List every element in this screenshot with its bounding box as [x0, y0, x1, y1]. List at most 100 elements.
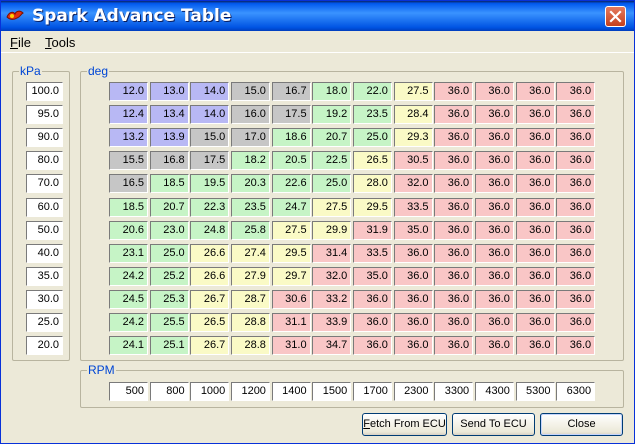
rpm-value-cell[interactable]: 1700: [352, 382, 392, 401]
deg-value-cell[interactable]: 31.9: [352, 220, 392, 240]
deg-value-cell[interactable]: 26.6: [190, 266, 230, 286]
deg-value-cell[interactable]: 36.0: [556, 82, 596, 101]
deg-value-cell[interactable]: 26.7: [190, 289, 230, 309]
deg-value-cell[interactable]: 28.8: [230, 313, 270, 332]
deg-value-cell[interactable]: 28.4: [393, 105, 433, 125]
kpa-value-cell[interactable]: 35.0: [26, 266, 63, 286]
deg-value-cell[interactable]: 18.5: [149, 174, 189, 194]
close-window-button[interactable]: [605, 6, 626, 27]
fetch-from-ecu-button[interactable]: Fetch From ECU: [362, 413, 447, 436]
deg-value-cell[interactable]: 25.0: [149, 243, 189, 263]
deg-value-cell[interactable]: 25.8: [230, 220, 270, 240]
deg-value-cell[interactable]: 36.0: [434, 289, 474, 309]
deg-value-cell[interactable]: 29.5: [352, 197, 392, 217]
deg-value-cell[interactable]: 36.0: [434, 197, 474, 217]
deg-value-cell[interactable]: 25.1: [149, 336, 189, 356]
deg-value-cell[interactable]: 27.9: [230, 266, 270, 286]
deg-value-cell[interactable]: 14.0: [190, 105, 230, 125]
deg-value-cell[interactable]: 27.5: [393, 82, 433, 101]
send-to-ecu-button[interactable]: Send To ECU: [452, 413, 535, 436]
deg-value-cell[interactable]: 23.5: [230, 197, 270, 217]
deg-value-cell[interactable]: 19.5: [190, 174, 230, 194]
deg-value-cell[interactable]: 24.2: [109, 313, 148, 332]
deg-value-cell[interactable]: 36.0: [556, 289, 596, 309]
deg-value-cell[interactable]: 36.0: [393, 243, 433, 263]
kpa-value-cell[interactable]: 50.0: [26, 220, 63, 240]
deg-value-cell[interactable]: 25.3: [149, 289, 189, 309]
deg-value-cell[interactable]: 36.0: [515, 197, 555, 217]
deg-value-cell[interactable]: 29.3: [393, 128, 433, 148]
deg-value-cell[interactable]: 16.7: [271, 82, 311, 101]
kpa-value-cell[interactable]: 25.0: [26, 313, 63, 332]
deg-value-cell[interactable]: 36.0: [556, 243, 596, 263]
deg-value-cell[interactable]: 13.9: [149, 128, 189, 148]
rpm-value-cell[interactable]: 3300: [434, 382, 474, 401]
deg-value-cell[interactable]: 26.5: [190, 313, 230, 332]
deg-value-cell[interactable]: 13.4: [149, 105, 189, 125]
deg-value-cell[interactable]: 36.0: [556, 151, 596, 171]
deg-value-cell[interactable]: 36.0: [434, 266, 474, 286]
deg-value-cell[interactable]: 17.0: [230, 128, 270, 148]
deg-value-cell[interactable]: 30.5: [393, 151, 433, 171]
rpm-value-cell[interactable]: 1400: [271, 382, 311, 401]
deg-value-cell[interactable]: 16.8: [149, 151, 189, 171]
deg-value-cell[interactable]: 36.0: [434, 336, 474, 356]
deg-value-cell[interactable]: 36.0: [515, 105, 555, 125]
deg-value-cell[interactable]: 31.4: [312, 243, 352, 263]
deg-value-cell[interactable]: 36.0: [474, 105, 514, 125]
deg-value-cell[interactable]: 36.0: [434, 220, 474, 240]
deg-value-cell[interactable]: 29.5: [271, 243, 311, 263]
deg-value-cell[interactable]: 15.5: [109, 151, 148, 171]
deg-value-cell[interactable]: 36.0: [393, 336, 433, 356]
kpa-value-cell[interactable]: 60.0: [26, 197, 63, 217]
deg-value-cell[interactable]: 36.0: [434, 151, 474, 171]
deg-value-cell[interactable]: 35.0: [352, 266, 392, 286]
deg-value-cell[interactable]: 36.0: [474, 289, 514, 309]
deg-value-cell[interactable]: 15.0: [190, 128, 230, 148]
deg-value-cell[interactable]: 18.5: [109, 197, 148, 217]
rpm-value-cell[interactable]: 1200: [230, 382, 270, 401]
deg-value-cell[interactable]: 36.0: [515, 313, 555, 332]
deg-value-cell[interactable]: 36.0: [393, 266, 433, 286]
deg-value-cell[interactable]: 36.0: [556, 174, 596, 194]
deg-value-cell[interactable]: 35.0: [393, 220, 433, 240]
deg-value-cell[interactable]: 36.0: [474, 243, 514, 263]
deg-value-cell[interactable]: 17.5: [271, 105, 311, 125]
kpa-value-cell[interactable]: 30.0: [26, 289, 63, 309]
kpa-value-cell[interactable]: 40.0: [26, 243, 63, 263]
deg-value-cell[interactable]: 36.0: [515, 151, 555, 171]
deg-value-cell[interactable]: 36.0: [556, 105, 596, 125]
deg-value-cell[interactable]: 25.0: [352, 128, 392, 148]
deg-value-cell[interactable]: 36.0: [352, 313, 392, 332]
deg-value-cell[interactable]: 19.2: [312, 105, 352, 125]
rpm-value-cell[interactable]: 800: [149, 382, 189, 401]
deg-value-cell[interactable]: 36.0: [352, 289, 392, 309]
rpm-value-cell[interactable]: 5300: [515, 382, 555, 401]
deg-value-cell[interactable]: 36.0: [515, 336, 555, 356]
deg-value-cell[interactable]: 16.0: [230, 105, 270, 125]
deg-value-cell[interactable]: 36.0: [556, 220, 596, 240]
kpa-value-cell[interactable]: 95.0: [26, 105, 63, 125]
deg-value-cell[interactable]: 33.2: [312, 289, 352, 309]
deg-value-cell[interactable]: 20.7: [149, 197, 189, 217]
deg-value-cell[interactable]: 32.0: [393, 174, 433, 194]
deg-value-cell[interactable]: 36.0: [515, 289, 555, 309]
deg-value-cell[interactable]: 36.0: [434, 174, 474, 194]
rpm-value-cell[interactable]: 1500: [312, 382, 352, 401]
deg-value-cell[interactable]: 24.1: [109, 336, 148, 356]
deg-value-cell[interactable]: 36.0: [515, 174, 555, 194]
deg-value-cell[interactable]: 36.0: [474, 266, 514, 286]
deg-value-cell[interactable]: 34.7: [312, 336, 352, 356]
deg-value-cell[interactable]: 23.0: [149, 220, 189, 240]
deg-value-cell[interactable]: 36.0: [434, 243, 474, 263]
deg-value-cell[interactable]: 29.7: [271, 266, 311, 286]
deg-value-cell[interactable]: 25.5: [149, 313, 189, 332]
deg-value-cell[interactable]: 12.0: [109, 82, 148, 101]
deg-value-cell[interactable]: 22.5: [312, 151, 352, 171]
deg-value-cell[interactable]: 30.6: [271, 289, 311, 309]
kpa-value-cell[interactable]: 20.0: [26, 336, 63, 356]
rpm-value-cell[interactable]: 2300: [393, 382, 433, 401]
deg-value-cell[interactable]: 36.0: [474, 128, 514, 148]
title-bar[interactable]: Spark Advance Table: [1, 1, 634, 31]
kpa-value-cell[interactable]: 90.0: [26, 128, 63, 148]
